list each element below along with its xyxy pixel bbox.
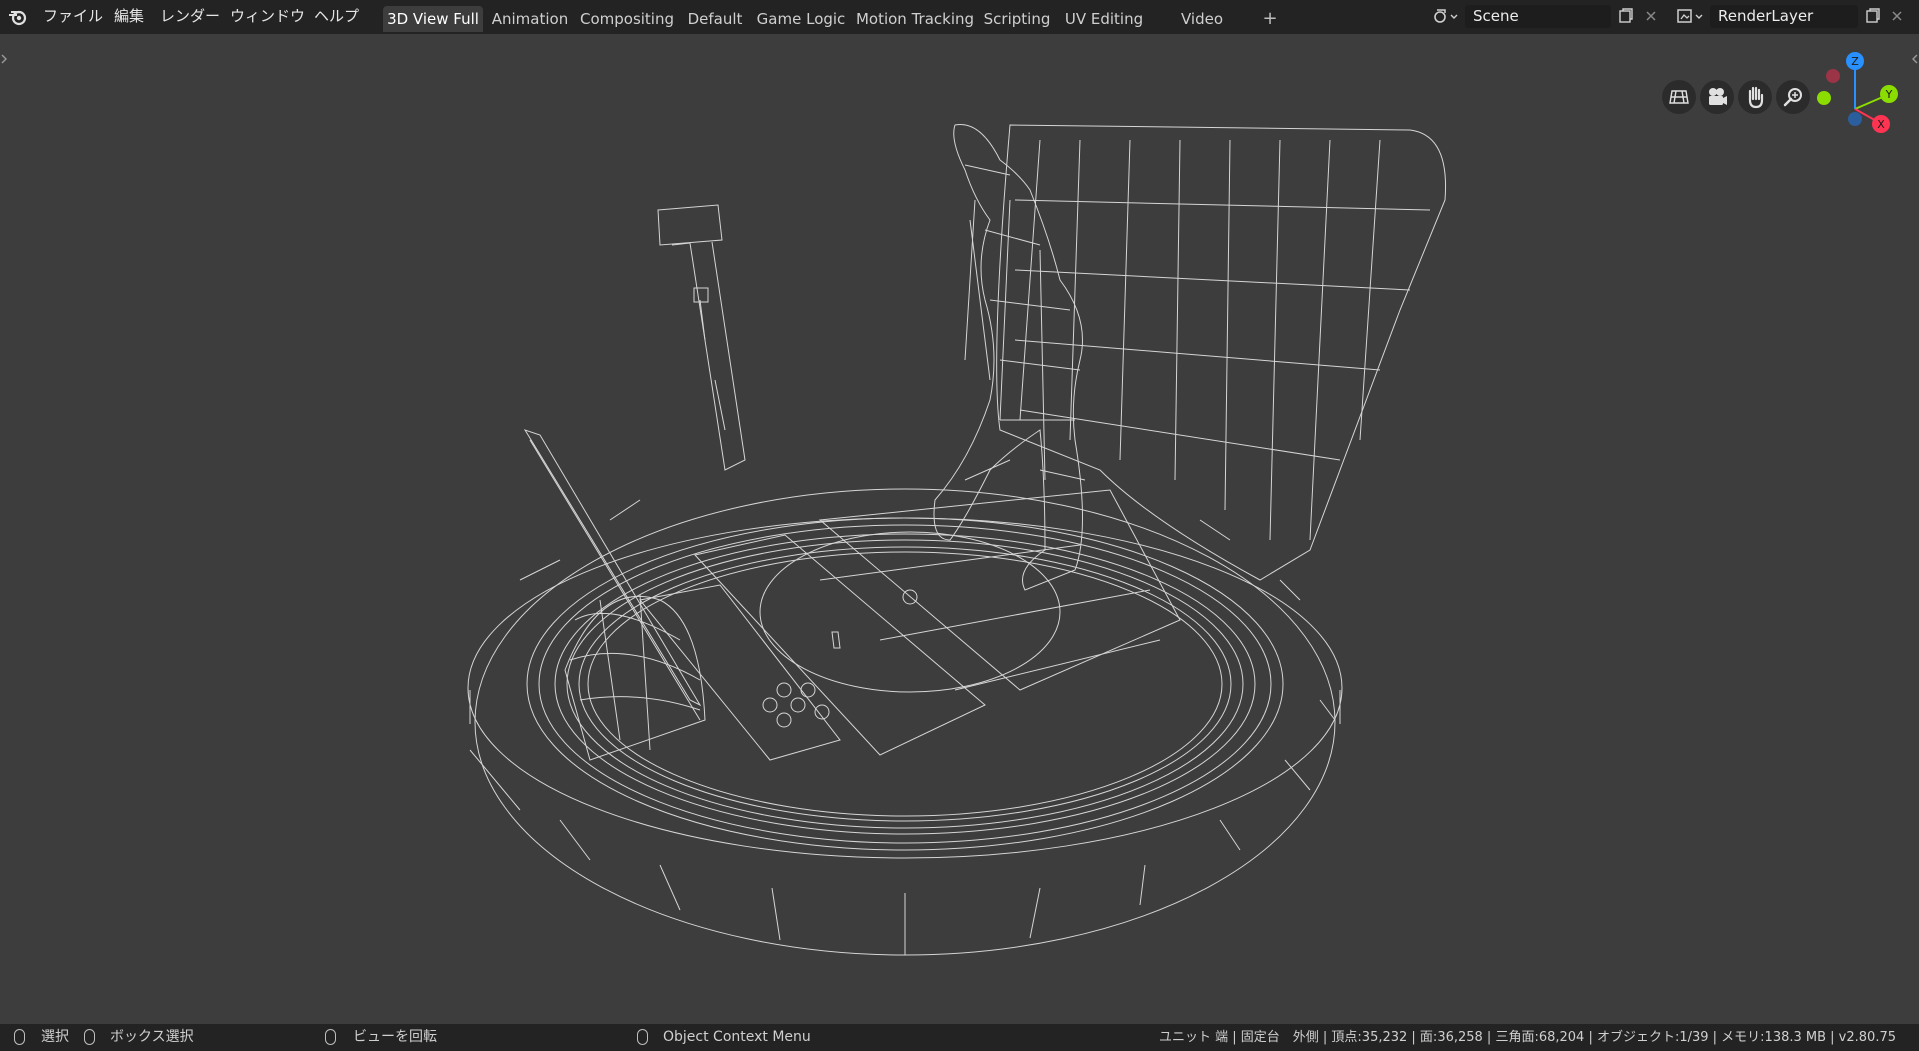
status-select-label: 選択 bbox=[41, 1029, 69, 1045]
z-axis-label: Z bbox=[1851, 55, 1859, 68]
scene-statistics: ユニット 端 | 固定台 外側 | 頂点:35,232 | 面:36,258 |… bbox=[1159, 1030, 1896, 1045]
scene-name-field[interactable]: Scene bbox=[1465, 5, 1611, 28]
hand-pan-icon bbox=[1748, 86, 1764, 109]
add-workspace-button[interactable]: + bbox=[1258, 6, 1282, 32]
3d-viewport[interactable]: Z Y X bbox=[0, 34, 1919, 1024]
blender-window: ファイル 編集 レンダー ウィンドウ ヘルプ 3D View Full Anim… bbox=[0, 0, 1919, 1051]
camera-icon bbox=[1709, 88, 1727, 105]
scene-browse-button[interactable] bbox=[1425, 5, 1465, 28]
menu-render[interactable]: レンダー bbox=[160, 0, 220, 34]
tab-uv-editing[interactable]: UV Editing bbox=[1060, 6, 1148, 32]
mouse-middle-icon bbox=[325, 1029, 336, 1045]
status-rotate-label: ビューを回転 bbox=[353, 1029, 437, 1045]
menu-file[interactable]: ファイル bbox=[43, 0, 103, 34]
view-layer-browse-button[interactable] bbox=[1672, 5, 1710, 28]
delete-scene-button[interactable] bbox=[1640, 5, 1662, 28]
pan-view-button[interactable] bbox=[1738, 80, 1772, 114]
axis-gizmo[interactable]: Z Y X bbox=[1805, 44, 1915, 164]
delete-view-layer-button[interactable] bbox=[1886, 5, 1908, 28]
mouse-right-icon bbox=[637, 1029, 648, 1045]
wireframe-scene bbox=[467, 123, 1447, 956]
tab-default[interactable]: Default bbox=[683, 6, 747, 32]
render-layer-field[interactable]: RenderLayer bbox=[1710, 5, 1858, 28]
tab-3d-view-full[interactable]: 3D View Full bbox=[383, 6, 483, 32]
status-bar: 選択 ボックス選択 ビューを回転 Object Context Menu ユニッ… bbox=[0, 1024, 1919, 1051]
mouse-left-icon bbox=[14, 1029, 25, 1045]
camera-view-button[interactable] bbox=[1700, 80, 1734, 114]
menu-window[interactable]: ウィンドウ bbox=[230, 0, 305, 34]
blender-logo-icon[interactable] bbox=[8, 7, 28, 27]
status-box-select-label: ボックス選択 bbox=[110, 1029, 194, 1045]
status-context-menu-label: Object Context Menu bbox=[663, 1029, 811, 1045]
top-bar: ファイル 編集 レンダー ウィンドウ ヘルプ 3D View Full Anim… bbox=[0, 0, 1919, 54]
toggle-perspective-button[interactable] bbox=[1662, 80, 1696, 114]
duplicate-icon bbox=[1619, 8, 1633, 23]
new-scene-button[interactable] bbox=[1614, 5, 1636, 28]
y-axis-label: Y bbox=[1885, 88, 1893, 101]
close-icon bbox=[1646, 11, 1656, 21]
render-layer-icon bbox=[1677, 9, 1703, 23]
close-icon bbox=[1892, 11, 1902, 21]
tab-scripting[interactable]: Scripting bbox=[982, 6, 1052, 32]
mouse-drag-icon bbox=[84, 1029, 95, 1045]
duplicate-icon bbox=[1866, 8, 1880, 23]
tab-video-editing[interactable]: Video Editing bbox=[1155, 6, 1249, 54]
tab-game-logic[interactable]: Game Logic bbox=[754, 6, 848, 32]
scene-icon bbox=[1434, 9, 1458, 23]
menu-help[interactable]: ヘルプ bbox=[314, 0, 359, 34]
tab-motion-tracking[interactable]: Motion Tracking bbox=[855, 6, 975, 32]
perspective-grid-icon bbox=[1669, 90, 1689, 104]
tab-compositing[interactable]: Compositing bbox=[579, 6, 675, 32]
new-view-layer-button[interactable] bbox=[1861, 5, 1883, 28]
tab-animation[interactable]: Animation bbox=[489, 6, 571, 32]
x-axis-label: X bbox=[1877, 118, 1885, 131]
menu-edit[interactable]: 編集 bbox=[114, 0, 144, 34]
